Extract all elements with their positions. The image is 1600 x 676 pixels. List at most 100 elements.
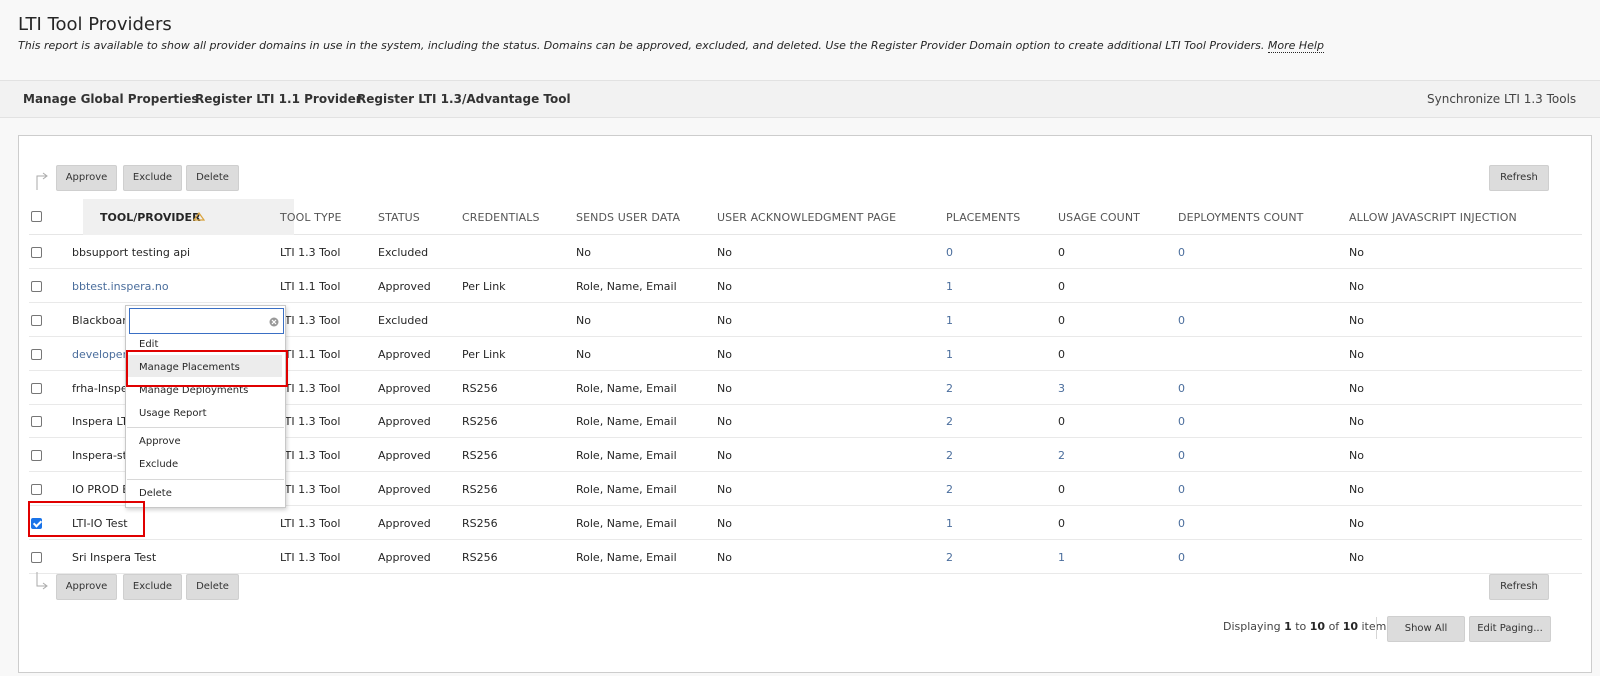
- cell-placements[interactable]: 1: [946, 314, 953, 327]
- delete-button-bottom[interactable]: Delete: [186, 574, 239, 600]
- cell-deployments-count[interactable]: 0: [1178, 551, 1185, 564]
- column-allow-js-injection[interactable]: ALLOW JAVASCRIPT INJECTION: [1349, 211, 1517, 224]
- cell-placements[interactable]: 2: [946, 483, 953, 496]
- cell-tool-type: LTI 1.3 Tool: [280, 415, 341, 428]
- cell-status: Approved: [378, 382, 431, 395]
- cell-credentials: RS256: [462, 483, 498, 496]
- register-lti-13-tool-button[interactable]: Register LTI 1.3/Advantage Tool: [357, 92, 571, 106]
- more-help-link[interactable]: More Help: [1267, 39, 1324, 53]
- context-menu-search-input[interactable]: [129, 308, 284, 334]
- cell-sends-user-data: No: [576, 348, 591, 361]
- cell-tool-provider[interactable]: LTI-IO Test: [72, 517, 128, 530]
- cell-deployments-count[interactable]: 0: [1178, 382, 1185, 395]
- cell-allow-js-injection: No: [1349, 382, 1364, 395]
- menu-item-approve[interactable]: Approve: [139, 436, 181, 447]
- cell-credentials: RS256: [462, 551, 498, 564]
- cell-tool-provider[interactable]: frha-Inspe: [72, 382, 128, 395]
- refresh-button-top[interactable]: Refresh: [1489, 165, 1549, 191]
- cell-placements[interactable]: 1: [946, 517, 953, 530]
- menu-item-exclude[interactable]: Exclude: [139, 459, 178, 470]
- cell-tool-type: LTI 1.1 Tool: [280, 348, 341, 361]
- cell-usage-count[interactable]: 2: [1058, 449, 1065, 462]
- approve-button-top[interactable]: Approve: [56, 165, 117, 191]
- menu-item-edit[interactable]: Edit: [139, 339, 158, 350]
- row-checkbox[interactable]: [31, 383, 42, 394]
- action-bar: Manage Global Properties Register LTI 1.…: [0, 80, 1600, 118]
- exclude-button-bottom[interactable]: Exclude: [123, 574, 182, 600]
- cell-status: Approved: [378, 348, 431, 361]
- row-checkbox[interactable]: [31, 484, 42, 495]
- cell-usage-count[interactable]: 1: [1058, 551, 1065, 564]
- cell-placements[interactable]: 2: [946, 551, 953, 564]
- cell-user-ack-page: No: [717, 551, 732, 564]
- register-lti-11-provider-button[interactable]: Register LTI 1.1 Provider: [195, 92, 362, 106]
- cell-deployments-count[interactable]: 0: [1178, 449, 1185, 462]
- cell-tool-provider[interactable]: Inspera LTI: [72, 415, 131, 428]
- cell-sends-user-data: Role, Name, Email: [576, 517, 677, 530]
- cell-placements[interactable]: 1: [946, 280, 953, 293]
- cell-placements[interactable]: 0: [946, 246, 953, 259]
- cell-placements[interactable]: 2: [946, 382, 953, 395]
- cell-user-ack-page: No: [717, 382, 732, 395]
- cell-deployments-count[interactable]: 0: [1178, 517, 1185, 530]
- cell-credentials: RS256: [462, 382, 498, 395]
- cell-deployments-count[interactable]: 0: [1178, 314, 1185, 327]
- column-status[interactable]: STATUS: [378, 211, 420, 224]
- row-checkbox[interactable]: [31, 552, 42, 563]
- row-checkbox[interactable]: [31, 315, 42, 326]
- cell-deployments-count[interactable]: 0: [1178, 415, 1185, 428]
- manage-global-properties-button[interactable]: Manage Global Properties: [23, 92, 199, 106]
- cell-allow-js-injection: No: [1349, 246, 1364, 259]
- cell-allow-js-injection: No: [1349, 348, 1364, 361]
- select-all-checkbox[interactable]: [31, 211, 42, 222]
- edit-paging-button[interactable]: Edit Paging...: [1469, 616, 1551, 642]
- approve-button-bottom[interactable]: Approve: [56, 574, 117, 600]
- row-checkbox[interactable]: [31, 349, 42, 360]
- exclude-button-top[interactable]: Exclude: [123, 165, 182, 191]
- column-user-ack-page[interactable]: USER ACKNOWLEDGMENT PAGE: [717, 211, 896, 224]
- menu-separator: [127, 479, 284, 480]
- menu-item-manage-placements[interactable]: Manage Placements: [139, 362, 240, 373]
- column-deployments-count[interactable]: DEPLOYMENTS COUNT: [1178, 211, 1303, 224]
- row-checkbox[interactable]: [31, 450, 42, 461]
- cell-allow-js-injection: No: [1349, 551, 1364, 564]
- cell-tool-provider[interactable]: bbsupport testing api: [72, 246, 190, 259]
- column-sends-user-data[interactable]: SENDS USER DATA: [576, 211, 680, 224]
- menu-item-manage-deployments[interactable]: Manage Deployments: [139, 385, 248, 396]
- refresh-button-bottom[interactable]: Refresh: [1489, 574, 1549, 600]
- paging-from: 1: [1284, 620, 1292, 633]
- table-row: LTI-IO Test LTI 1.3 Tool Approved RS256 Role…: [29, 506, 1582, 540]
- cell-tool-provider[interactable]: IO PROD B: [72, 483, 130, 496]
- cell-tool-provider[interactable]: developer.: [72, 348, 130, 361]
- cell-placements[interactable]: 2: [946, 415, 953, 428]
- cell-placements[interactable]: 2: [946, 449, 953, 462]
- row-checkbox[interactable]: [31, 247, 42, 258]
- column-placements[interactable]: PLACEMENTS: [946, 211, 1020, 224]
- page-header: LTI Tool Providers This report is availa…: [0, 0, 1600, 80]
- delete-button-top[interactable]: Delete: [186, 165, 239, 191]
- column-credentials[interactable]: CREDENTIALS: [462, 211, 540, 224]
- menu-item-delete[interactable]: Delete: [139, 488, 172, 499]
- cell-status: Approved: [378, 280, 431, 293]
- column-tool-type[interactable]: TOOL TYPE: [280, 211, 342, 224]
- cell-sends-user-data: No: [576, 246, 591, 259]
- cell-tool-provider[interactable]: Sri Inspera Test: [72, 551, 156, 564]
- cell-tool-provider[interactable]: bbtest.inspera.no: [72, 280, 169, 293]
- column-tool-provider[interactable]: TOOL/PROVIDER: [83, 199, 294, 235]
- menu-item-usage-report[interactable]: Usage Report: [139, 408, 207, 419]
- synchronize-lti-13-tools-button[interactable]: Synchronize LTI 1.3 Tools: [1427, 92, 1576, 106]
- cell-usage-count: 0: [1058, 246, 1065, 259]
- show-all-button[interactable]: Show All: [1387, 616, 1465, 642]
- cell-sends-user-data: Role, Name, Email: [576, 382, 677, 395]
- cell-deployments-count[interactable]: 0: [1178, 246, 1185, 259]
- cell-status: Excluded: [378, 314, 429, 327]
- column-usage-count[interactable]: USAGE COUNT: [1058, 211, 1140, 224]
- cell-placements[interactable]: 1: [946, 348, 953, 361]
- cell-usage-count[interactable]: 3: [1058, 382, 1065, 395]
- row-checkbox[interactable]: [31, 518, 42, 529]
- paging-displaying-label: Displaying: [1223, 620, 1281, 633]
- row-checkbox[interactable]: [31, 416, 42, 427]
- cell-deployments-count[interactable]: 0: [1178, 483, 1185, 496]
- row-checkbox[interactable]: [31, 281, 42, 292]
- clear-search-icon[interactable]: [269, 317, 279, 327]
